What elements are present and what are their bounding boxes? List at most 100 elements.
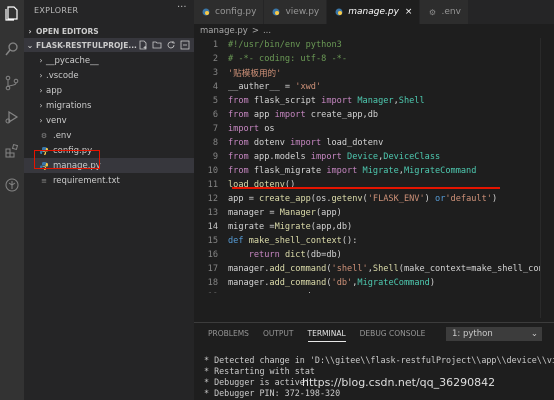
tree-folder-venv[interactable]: › venv — [24, 113, 194, 128]
chevron-right-icon: › — [39, 101, 43, 110]
code-text: app = create_app(os.getenv('FLASK_ENV') … — [228, 194, 498, 204]
new-file-icon[interactable] — [138, 40, 148, 50]
code-editor[interactable]: 1 #!/usr/bin/env python3 2 # -*- coding: ut… — [194, 38, 554, 293]
tree-folder-app[interactable]: › app — [24, 83, 194, 98]
run-debug-icon[interactable] — [3, 108, 21, 126]
editor-scrollbar[interactable] — [540, 38, 554, 318]
collapse-all-icon[interactable] — [180, 40, 190, 50]
code-text: return dict(db=db) — [248, 250, 342, 260]
tab-manage[interactable]: manage.py × — [327, 0, 421, 24]
line-number: 9 — [212, 152, 218, 162]
tree-item-label: venv — [46, 115, 67, 126]
tab-view[interactable]: view.py — [264, 0, 328, 24]
line-number: 12 — [207, 194, 218, 204]
line-number: 13 — [207, 208, 218, 218]
open-editors-section[interactable]: › OPEN EDITORS — [24, 24, 194, 38]
terminal-line: * Detected change in 'D:\\gitee\\flask-r… — [204, 355, 554, 365]
more-actions-icon[interactable]: ··· — [177, 2, 187, 13]
code-line[interactable]: 5 from flask_script import Manager,Shell — [194, 94, 554, 108]
code-text: from dotenv import load_dotenv — [228, 138, 384, 148]
tab-label: manage.py — [348, 7, 399, 17]
code-line[interactable]: 9 from app.models import Device,DeviceCla… — [194, 150, 554, 164]
tree-file-requirement[interactable]: ≡ requirement.txt — [24, 173, 194, 188]
code-line[interactable]: 6 from app import create_app,db — [194, 108, 554, 122]
python-file-icon — [334, 7, 344, 17]
tab-terminal[interactable]: TERMINAL — [307, 329, 346, 342]
code-line[interactable]: 14 migrate =Migrate(app,db) — [194, 220, 554, 234]
line-number: 5 — [212, 96, 218, 106]
tab-label: config.py — [215, 7, 257, 17]
chevron-right-icon: › — [28, 26, 32, 36]
explorer-sidebar: EXPLORER ··· › OPEN EDITORS ⌄ FLASK-REST… — [24, 0, 194, 400]
tab-debug-console[interactable]: DEBUG CONSOLE — [360, 329, 426, 342]
new-folder-icon[interactable] — [152, 40, 162, 50]
code-text: __auther__ = 'xwd' — [228, 82, 322, 92]
code-text: manager.add_command('shell',Shell(make_c… — [228, 264, 554, 274]
tab-label: .env — [441, 7, 461, 17]
breadcrumb-more[interactable]: ... — [263, 26, 271, 36]
code-line[interactable]: 8 from dotenv import load_dotenv — [194, 136, 554, 150]
gear-icon: ⚙ — [40, 131, 48, 140]
code-line[interactable]: 15 def make_shell_context(): — [194, 234, 554, 248]
code-text: manager = Manager(app) — [228, 208, 342, 218]
tree-file-env[interactable]: ⚙ .env — [24, 128, 194, 143]
tab-env[interactable]: ⚙ .env — [420, 0, 469, 24]
remote-icon[interactable] — [3, 176, 21, 194]
tree-item-label: requirement.txt — [53, 175, 120, 186]
code-line[interactable]: 1 #!/usr/bin/env python3 — [194, 38, 554, 52]
source-control-icon[interactable] — [3, 74, 21, 92]
line-number: 8 — [212, 138, 218, 148]
code-line[interactable]: 19@manager.command — [194, 290, 554, 293]
code-line[interactable]: 10 from flask_migrate import Migrate,Migr… — [194, 164, 554, 178]
tab-output[interactable]: OUTPUT — [263, 329, 294, 342]
extensions-icon[interactable] — [3, 142, 21, 160]
terminal-select[interactable]: 1: python ⌄ — [446, 327, 542, 341]
tree-folder-pycache[interactable]: › __pycache__ — [24, 53, 194, 68]
chevron-right-icon: › — [39, 71, 43, 80]
activity-bar — [0, 0, 24, 400]
code-line[interactable]: 16 return dict(db=db) — [194, 248, 554, 262]
line-number: 17 — [207, 264, 218, 274]
breadcrumb-file[interactable]: manage.py — [200, 26, 248, 36]
tree-folder-migrations[interactable]: › migrations — [24, 98, 194, 113]
code-line[interactable]: 7 import os — [194, 122, 554, 136]
refresh-icon[interactable] — [166, 40, 176, 50]
watermark: https://blog.csdn.net/qq_36290842 — [302, 376, 496, 389]
code-line[interactable]: 4 __auther__ = 'xwd' — [194, 80, 554, 94]
code-line[interactable]: 18 manager.add_command('db',MigrateComman… — [194, 276, 554, 290]
code-line[interactable]: 12 app = create_app(os.getenv('FLASK_ENV'… — [194, 192, 554, 206]
code-line[interactable]: 17 manager.add_command('shell',Shell(make… — [194, 262, 554, 276]
code-line[interactable]: 13 manager = Manager(app) — [194, 206, 554, 220]
line-number: 7 — [212, 124, 218, 134]
files-icon[interactable] — [3, 4, 21, 22]
code-text: def make_shell_context(): — [228, 236, 358, 246]
chevron-right-icon: › — [39, 116, 43, 125]
tab-problems[interactable]: PROBLEMS — [208, 329, 249, 342]
close-icon[interactable]: × — [405, 7, 413, 17]
tab-config[interactable]: config.py — [194, 0, 265, 24]
code-line[interactable]: 2 # -*- coding: utf-8 -*- — [194, 52, 554, 66]
code-text: migrate =Migrate(app,db) — [228, 222, 353, 232]
search-icon[interactable] — [3, 40, 21, 58]
explorer-title: EXPLORER — [34, 6, 79, 15]
tab-label: view.py — [285, 7, 320, 17]
python-file-icon — [201, 7, 211, 17]
line-number: 2 — [212, 54, 218, 64]
project-section[interactable]: ⌄ FLASK-RESTFULPROJE... — [24, 38, 194, 52]
project-label: FLASK-RESTFULPROJE... — [36, 40, 137, 50]
code-text: # -*- coding: utf-8 -*- — [228, 54, 347, 64]
code-text: from flask_migrate import Migrate,Migrat… — [228, 166, 477, 176]
line-number: 11 — [207, 180, 218, 190]
highlight-box — [34, 150, 100, 169]
chevron-down-icon: ⌄ — [530, 329, 538, 339]
line-number: 18 — [207, 278, 218, 288]
line-number: 6 — [212, 110, 218, 120]
code-line[interactable]: 11 load_dotenv() — [194, 178, 554, 192]
editor-tabs: config.py view.py manage.py × ⚙ .env — [194, 0, 554, 24]
tree-folder-vscode[interactable]: › .vscode — [24, 68, 194, 83]
code-text: import os — [228, 124, 275, 134]
line-number: 14 — [207, 222, 218, 232]
code-line[interactable]: 3 '贴模板用的' — [194, 66, 554, 80]
breadcrumb-separator: > — [251, 26, 259, 36]
code-text: from app import create_app,db — [228, 110, 379, 120]
